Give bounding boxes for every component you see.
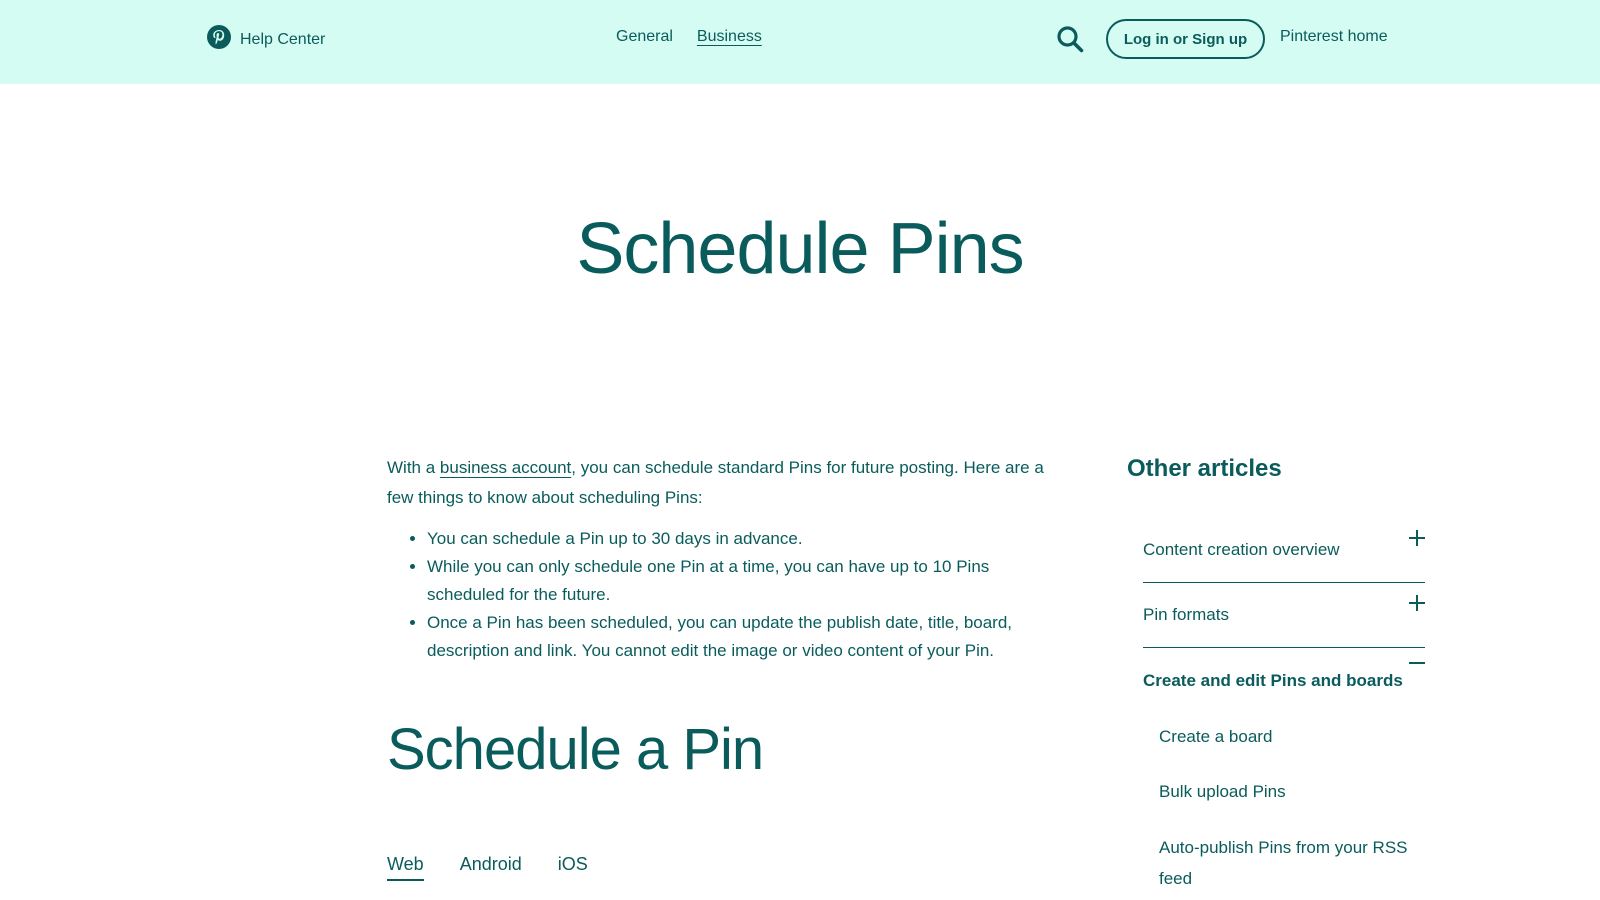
tab-android[interactable]: Android	[460, 854, 522, 881]
nav-general[interactable]: General	[616, 28, 673, 46]
intro-prefix: With a	[387, 458, 440, 477]
article-body: With a business account, you can schedul…	[387, 453, 1047, 665]
accordion-label: Create and edit Pins and boards	[1143, 670, 1403, 690]
other-articles-accordion: Content creation overview Pin formats Cr…	[1143, 518, 1425, 713]
list-item: You can schedule a Pin up to 30 days in …	[427, 525, 1047, 553]
help-center-label: Help Center	[240, 30, 326, 48]
plus-icon	[1409, 595, 1425, 611]
section-title: Schedule a Pin	[387, 717, 764, 782]
accordion-label: Content creation overview	[1143, 540, 1340, 559]
top-header: Help Center General Business Log in or S…	[0, 0, 1600, 84]
pinterest-logo-icon	[207, 25, 231, 54]
accordion-create-edit-pins-boards[interactable]: Create and edit Pins and boards	[1143, 648, 1425, 713]
intro-paragraph: With a business account, you can schedul…	[387, 453, 1047, 513]
sub-article-auto-publish-rss[interactable]: Auto-publish Pins from your RSS feed	[1159, 832, 1429, 894]
accordion-content-creation-overview[interactable]: Content creation overview	[1143, 518, 1425, 583]
other-articles-title: Other articles	[1127, 455, 1282, 482]
minus-icon	[1409, 661, 1425, 677]
main-nav: General Business	[616, 28, 762, 46]
search-icon[interactable]	[1056, 25, 1084, 53]
sub-article-bulk-upload[interactable]: Bulk upload Pins	[1159, 776, 1429, 807]
accordion-label: Pin formats	[1143, 605, 1229, 624]
tab-ios[interactable]: iOS	[558, 854, 588, 881]
info-list: You can schedule a Pin up to 30 days in …	[387, 525, 1047, 665]
nav-business[interactable]: Business	[697, 28, 762, 46]
list-item: Once a Pin has been scheduled, you can u…	[427, 609, 1047, 665]
tab-web[interactable]: Web	[387, 854, 424, 881]
page-title: Schedule Pins	[576, 209, 1024, 289]
login-signup-button[interactable]: Log in or Sign up	[1106, 19, 1265, 59]
business-account-link[interactable]: business account	[440, 458, 571, 477]
plus-icon	[1409, 530, 1425, 546]
list-item: While you can only schedule one Pin at a…	[427, 553, 1047, 609]
brand[interactable]: Help Center	[207, 25, 325, 54]
accordion-pin-formats[interactable]: Pin formats	[1143, 583, 1425, 648]
sub-article-create-board[interactable]: Create a board	[1159, 721, 1429, 752]
platform-tabs: Web Android iOS	[387, 854, 588, 881]
pinterest-home-link[interactable]: Pinterest home	[1280, 28, 1388, 46]
